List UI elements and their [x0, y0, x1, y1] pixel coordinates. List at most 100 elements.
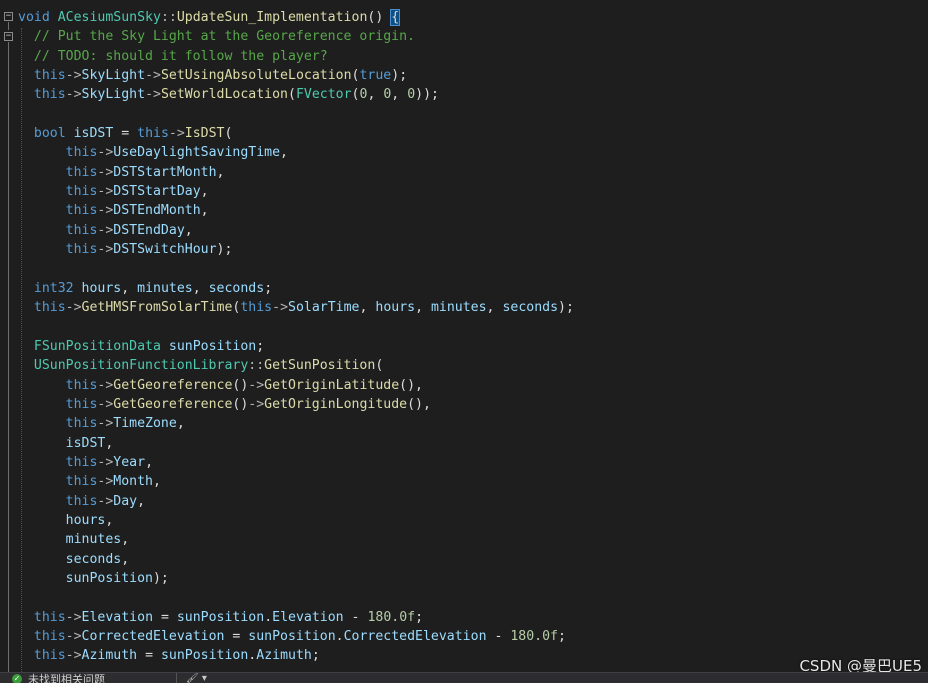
function-token: GetOriginLatitude — [264, 377, 400, 393]
code-line[interactable]: FSunPositionData sunPosition; — [18, 337, 574, 356]
code-line[interactable]: this->GetHMSFromSolarTime(this->SolarTim… — [18, 298, 574, 317]
matched-brace: { — [390, 9, 401, 26]
code-line[interactable]: this->Azimuth = sunPosition.Azimuth; — [18, 646, 574, 665]
code-line[interactable]: sunPosition); — [18, 569, 574, 588]
code-line[interactable]: this->SkyLight->SetUsingAbsoluteLocation… — [18, 66, 574, 85]
code-line[interactable]: hours, — [18, 511, 574, 530]
identifier-token: Elevation — [272, 609, 344, 625]
keyword-token: int32 — [33, 280, 74, 296]
text-token: = — [224, 629, 249, 644]
code-line[interactable]: this->DSTSwitchHour); — [18, 240, 574, 259]
code-line[interactable]: this->DSTStartMonth, — [18, 163, 574, 182]
keyword-token: this — [33, 629, 66, 644]
code-line[interactable]: int32 hours, minutes, seconds; — [18, 279, 574, 298]
text-token: , — [367, 87, 384, 103]
code-line[interactable]: this->Elevation = sunPosition.Elevation … — [18, 608, 574, 627]
type-token: FVector — [295, 87, 352, 103]
identifier-token: SkyLight — [81, 87, 146, 103]
code-content[interactable]: void ACesiumSunSky::UpdateSun_Implementa… — [18, 8, 574, 666]
keyword-token: this — [33, 300, 66, 316]
code-line[interactable]: this->DSTStartDay, — [18, 182, 574, 201]
code-line[interactable] — [18, 105, 574, 124]
keyword-token: this — [65, 164, 98, 180]
identifier-token: seconds — [65, 551, 122, 567]
text-token: , — [121, 532, 130, 548]
operator-token: -> — [97, 416, 114, 432]
text-token: ( — [375, 358, 384, 374]
keyword-token: this — [65, 145, 98, 161]
identifier-token: hours — [375, 300, 416, 316]
text-token: = — [153, 609, 177, 625]
text-token: , — [105, 435, 114, 451]
type-token: USunPositionFunctionLibrary — [33, 358, 249, 374]
text-token: , — [280, 145, 288, 161]
code-line[interactable]: this->GetGeoreference()->GetOriginLatitu… — [18, 376, 574, 395]
code-line[interactable] — [18, 588, 574, 607]
operator-token: :: — [248, 358, 265, 374]
function-token: GetOriginLongitude — [264, 396, 408, 412]
text-token: , — [184, 222, 193, 238]
code-line[interactable] — [18, 259, 574, 278]
text-token: )); — [415, 87, 439, 103]
operator-token: -> — [97, 454, 114, 470]
identifier-token: isDST — [73, 126, 114, 142]
operator-token: -> — [97, 396, 114, 412]
identifier-token: seconds — [208, 280, 265, 296]
identifier-token: sunPosition — [176, 609, 265, 625]
keyword-token: this — [65, 377, 98, 393]
code-line[interactable]: this->Month, — [18, 472, 574, 491]
code-line[interactable]: void ACesiumSunSky::UpdateSun_Implementa… — [18, 8, 574, 27]
code-line[interactable]: seconds, — [18, 550, 574, 569]
code-editor[interactable]: − − void ACesiumSunSky::UpdateSun_Implem… — [0, 0, 928, 672]
identifier-token: Year — [113, 454, 146, 470]
collapse-icon: − — [5, 11, 12, 21]
code-line[interactable]: isDST, — [18, 434, 574, 453]
code-line[interactable]: this->TimeZone, — [18, 414, 574, 433]
code-line[interactable]: this->DSTEndDay, — [18, 221, 574, 240]
code-line[interactable]: this->Year, — [18, 453, 574, 472]
function-token: UpdateSun_Implementation — [176, 10, 368, 25]
code-line[interactable]: USunPositionFunctionLibrary::GetSunPosit… — [18, 356, 574, 375]
identifier-token: Month — [113, 474, 153, 490]
text-token: () — [367, 10, 392, 25]
operator-token: -> — [97, 377, 114, 393]
code-line[interactable]: this->Day, — [18, 492, 574, 511]
keyword-token: this — [65, 396, 98, 412]
code-line[interactable]: bool isDST = this->IsDST( — [18, 124, 574, 143]
code-line[interactable]: this->SkyLight->SetWorldLocation(FVector… — [18, 85, 574, 104]
status-bar: ✓ 未找到相关问题 🖌 ▾ — [0, 672, 928, 683]
keyword-token: this — [137, 126, 169, 142]
keyword-token: this — [65, 493, 98, 509]
code-line[interactable]: this->CorrectedElevation = sunPosition.C… — [18, 627, 574, 646]
identifier-token: hours — [81, 280, 122, 296]
code-line[interactable]: // TODO: should it follow the player? — [18, 47, 574, 66]
identifier-token: CorrectedElevation — [343, 629, 487, 644]
number-token: 180.0f — [367, 609, 416, 625]
fold-toggle-comment[interactable]: − — [4, 32, 13, 41]
text-token: , — [415, 300, 431, 316]
code-line[interactable]: minutes, — [18, 530, 574, 549]
text-token: , — [200, 203, 209, 219]
code-line[interactable] — [18, 318, 574, 337]
identifier-token: sunPosition — [160, 648, 249, 664]
text-token: ); — [152, 570, 169, 586]
number-token: 180.0f — [510, 629, 558, 644]
code-line[interactable]: this->GetGeoreference()->GetOriginLongit… — [18, 395, 574, 414]
identifier-token: isDST — [65, 435, 106, 451]
text-token: () — [232, 396, 249, 412]
fold-toggle-function[interactable]: − — [4, 12, 13, 21]
code-line[interactable]: this->DSTEndMonth, — [18, 201, 574, 220]
code-line[interactable]: this->UseDaylightSavingTime, — [18, 143, 574, 162]
code-line[interactable]: // Put the Sky Light at the Georeference… — [18, 27, 574, 46]
